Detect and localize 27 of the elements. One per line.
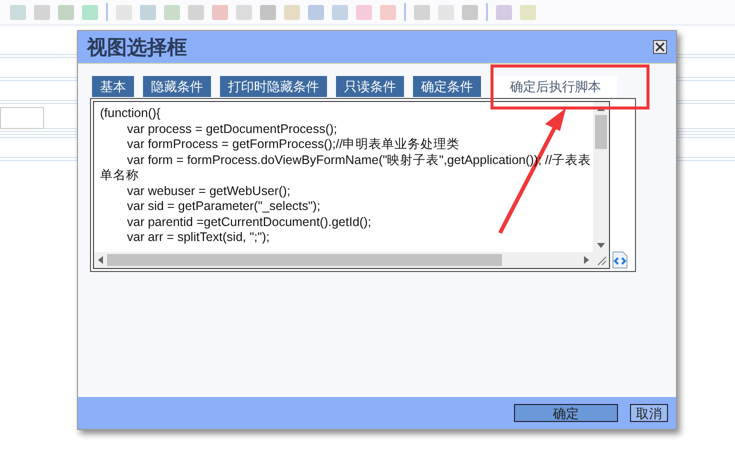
tab[interactable]: 打印时隐藏条件 [220, 76, 327, 97]
vertical-scrollbar[interactable] [593, 102, 609, 252]
tab[interactable]: 基本 [92, 76, 134, 97]
code-line: var sid = getParameter("_selects"); [126, 199, 322, 214]
tab[interactable]: 确定条件 [413, 76, 481, 97]
cancel-button[interactable]: 取消 [630, 404, 668, 422]
code-line: var webuser = getWebUser(); [126, 184, 292, 199]
code-line: var formProcess = getFormProcess();//申明表单业务处理类 [126, 137, 461, 152]
close-icon[interactable] [653, 40, 667, 54]
scroll-left-icon[interactable] [98, 256, 103, 264]
horizontal-scrollbar[interactable] [94, 252, 593, 268]
scrollbar-thumb[interactable] [107, 254, 502, 266]
scroll-right-icon[interactable] [584, 256, 589, 264]
tab[interactable]: 隐藏条件 [143, 76, 211, 97]
input-field[interactable] [0, 107, 44, 129]
code-line: 单名称 [100, 168, 140, 184]
tab[interactable]: 只读条件 [336, 76, 404, 97]
ok-button[interactable]: 确定 [514, 404, 618, 422]
code-line: (function(){ [100, 106, 162, 122]
dialog-title: 视图选择框 [87, 36, 187, 60]
tab[interactable]: 确定后执行脚本 [494, 76, 617, 97]
code-line: var arr = splitText(sid, ";"); [126, 230, 271, 246]
scrollbar-thumb[interactable] [595, 115, 607, 149]
code-line: var parentid =getCurrentDocument().getId(); [126, 214, 372, 230]
scroll-down-icon[interactable] [597, 243, 605, 248]
script-editor[interactable] [93, 101, 610, 269]
code-line: var process = getDocumentProcess(); [126, 122, 338, 137]
